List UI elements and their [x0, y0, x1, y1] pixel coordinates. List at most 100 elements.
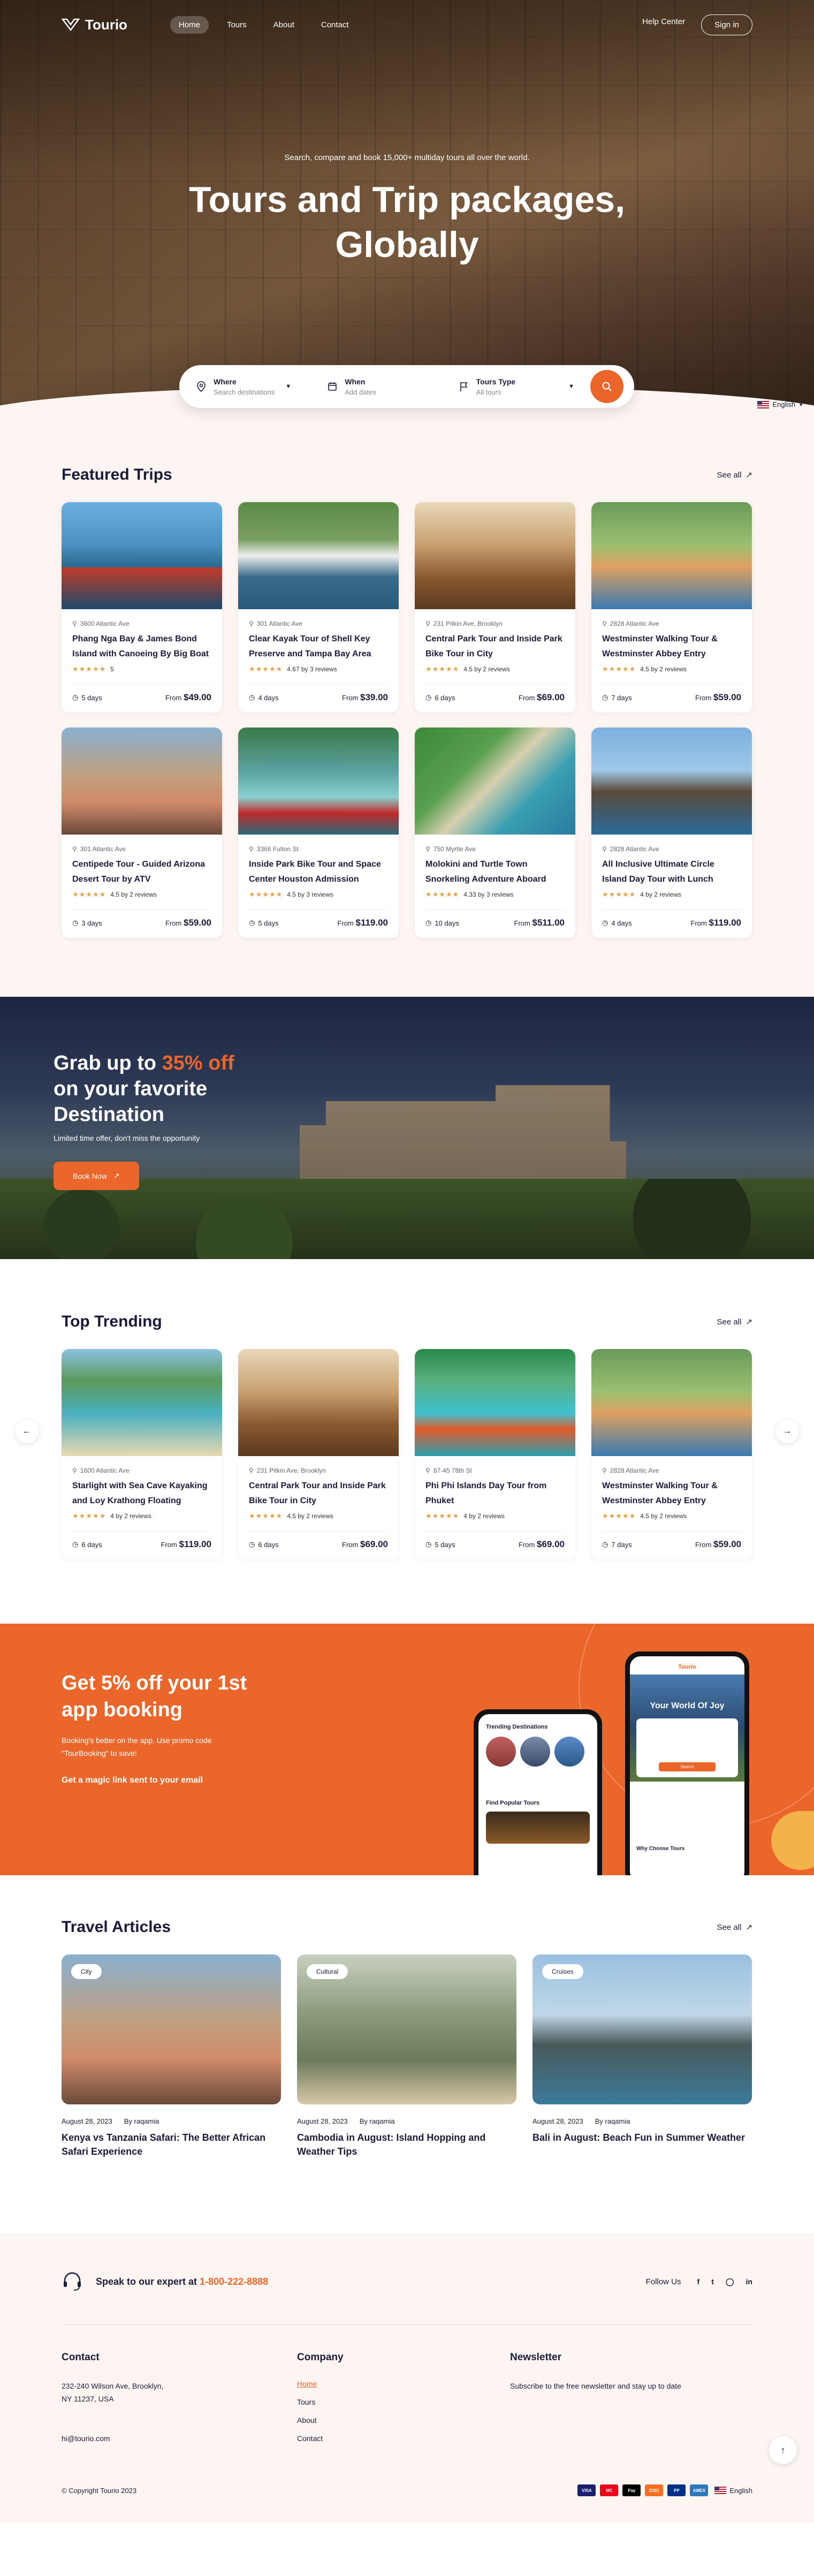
nav-contact[interactable]: Contact [313, 16, 357, 34]
tour-location-text: 231 Pitkin Ave, Brooklyn [433, 620, 503, 627]
tour-card-body: ⚲ 750 Myrtle Ave Molokini and Turtle Town… [415, 835, 575, 938]
tour-name[interactable]: Central Park Tour and Inside Park Bike T… [425, 632, 565, 662]
footer-language-selector[interactable]: English [714, 2484, 752, 2496]
tour-duration: ◷ 7 days [602, 1540, 632, 1549]
tour-image [238, 1349, 399, 1456]
trending-see-all-link[interactable]: See all ↗ [717, 1317, 752, 1327]
featured-header: Featured Trips See all ↗ [62, 466, 752, 484]
promo-title-pre: Grab up to [54, 1052, 162, 1074]
when-placeholder: Add dates [345, 388, 376, 396]
carousel-next-button[interactable]: → [775, 1420, 799, 1443]
nav-tours[interactable]: Tours [218, 16, 255, 34]
article-card[interactable]: Cultural August 28, 2023 By raqamia Cambo… [297, 1954, 516, 2158]
brand-logo[interactable]: Tourio [62, 17, 127, 33]
tour-name[interactable]: Molokini and Turtle Town Snorkeling Adve… [425, 857, 565, 887]
price-from: From [514, 919, 530, 927]
article-tag[interactable]: Cultural [307, 1964, 348, 1979]
tour-image [415, 1349, 575, 1456]
tour-name[interactable]: Westminster Walking Tour & Westminster A… [602, 1479, 741, 1509]
price-value: $59.00 [713, 692, 741, 702]
articles-see-all-link[interactable]: See all ↗ [717, 1922, 752, 1933]
tour-name[interactable]: Clear Kayak Tour of Shell Key Preserve a… [249, 632, 388, 662]
article-meta: August 28, 2023 By raqamia [297, 2117, 516, 2125]
arrow-up-right-icon: ↗ [745, 1923, 752, 1932]
facebook-icon[interactable]: f [697, 2277, 700, 2286]
tour-card[interactable]: ⚲ 301 Atlantic Ave Centipede Tour - Guide… [62, 728, 222, 938]
price-from: From [342, 694, 359, 702]
social-links: f t ◯ in [697, 2277, 752, 2286]
tour-duration-text: 7 days [611, 1540, 632, 1549]
tour-name[interactable]: Inside Park Bike Tour and Space Center H… [249, 857, 388, 887]
article-title[interactable]: Cambodia in August: Island Hopping and W… [297, 2131, 516, 2158]
tour-duration-text: 4 days [611, 919, 632, 927]
article-card[interactable]: Cruises August 28, 2023 By raqamia Bali i… [532, 1954, 752, 2158]
tour-location: ⚲ 87-45 78th St [425, 1467, 565, 1474]
tour-name[interactable]: Centipede Tour - Guided Arizona Desert T… [72, 857, 211, 887]
help-center-link[interactable]: Help Center [642, 17, 685, 26]
article-tag[interactable]: City [71, 1964, 102, 1979]
footer-link-home[interactable]: Home [297, 2380, 510, 2388]
nav-about[interactable]: About [265, 16, 303, 34]
tour-card[interactable]: ⚲ 301 Atlantic Ave Clear Kayak Tour of Sh… [238, 502, 399, 713]
tour-duration-text: 3 days [81, 919, 102, 927]
tour-card[interactable]: ⚲ 3366 Fulton St Inside Park Bike Tour an… [238, 728, 399, 938]
where-field[interactable]: Where Search destinations ▼ [196, 377, 328, 396]
footer-link-tours[interactable]: Tours [297, 2398, 510, 2406]
tour-card[interactable]: ⚲ 2828 Atlantic Ave All Inclusive Ultimat… [591, 728, 752, 938]
article-card[interactable]: City August 28, 2023 By raqamia Kenya vs … [62, 1954, 281, 2158]
footer-link-about[interactable]: About [297, 2416, 510, 2425]
carousel-prev-button[interactable]: ← [15, 1420, 39, 1443]
magic-link[interactable]: Get a magic link sent to your email [62, 1776, 286, 1785]
tour-name[interactable]: Phi Phi Islands Day Tour from Phuket [425, 1479, 565, 1509]
tour-name[interactable]: Westminster Walking Tour & Westminster A… [602, 632, 741, 662]
article-tag[interactable]: Cruises [542, 1964, 583, 1979]
tour-card[interactable]: ⚲ 231 Pitkin Ave, Brooklyn Central Park T… [238, 1349, 399, 1559]
tour-name[interactable]: All Inclusive Ultimate Circle Island Day… [602, 857, 741, 887]
twitter-icon[interactable]: t [711, 2277, 714, 2286]
tour-card[interactable]: ⚲ 1600 Atlantic Ave Starlight with Sea Ca… [62, 1349, 222, 1559]
tour-name[interactable]: Phang Nga Bay & James Bond Island with C… [72, 632, 211, 662]
price-value: $39.00 [360, 692, 388, 702]
promo-title-line3: Destination [54, 1103, 164, 1126]
footer-bottom: © Copyright Tourio 2023 VISA MC Pay DISC… [62, 2484, 752, 2496]
tour-card[interactable]: ⚲ 231 Pitkin Ave, Brooklyn Central Park T… [415, 502, 575, 713]
tour-rating-text: 4 by 2 reviews [110, 1512, 151, 1520]
contact-title: Contact [62, 2352, 100, 2363]
tour-location: ⚲ 301 Atlantic Ave [72, 845, 211, 853]
expert-phone-link[interactable]: 1-800-222-8888 [200, 2276, 268, 2287]
article-title[interactable]: Bali in August: Beach Fun in Summer Weat… [532, 2131, 752, 2145]
language-selector[interactable]: English ▼ [757, 400, 803, 408]
tour-rating-text: 4.5 by 2 reviews [287, 1512, 333, 1520]
tour-rating: ★★★★★ 4.5 by 2 reviews [249, 1512, 388, 1520]
promo-title-line2: on your favorite [54, 1078, 208, 1100]
nav-home[interactable]: Home [170, 16, 209, 34]
linkedin-icon[interactable]: in [746, 2277, 752, 2286]
sign-in-button[interactable]: Sign in [701, 14, 752, 35]
tour-card[interactable]: ⚲ 3600 Atlantic Ave Phang Nga Bay & James… [62, 502, 222, 713]
when-field[interactable]: When Add dates [328, 377, 459, 396]
featured-grid: ⚲ 3600 Atlantic Ave Phang Nga Bay & James… [62, 502, 752, 938]
tour-card[interactable]: ⚲ 2828 Atlantic Ave Westminster Walking T… [591, 1349, 752, 1559]
article-title[interactable]: Kenya vs Tanzania Safari: The Better Afr… [62, 2131, 281, 2158]
tour-name[interactable]: Starlight with Sea Cave Kayaking and Loy… [72, 1479, 211, 1509]
tour-card[interactable]: ⚲ 87-45 78th St Phi Phi Islands Day Tour … [415, 1349, 575, 1559]
clock-icon: ◷ [249, 693, 255, 701]
footer-company: Company Home Tours About Contact [297, 2352, 510, 2452]
tour-location-text: 3366 Fulton St [256, 845, 299, 853]
email-link[interactable]: hi@tourio.com [62, 2432, 297, 2445]
instagram-icon[interactable]: ◯ [726, 2277, 734, 2286]
book-now-button[interactable]: Book Now ↗ [54, 1162, 139, 1190]
price-value: $119.00 [355, 918, 388, 928]
tours-type-field[interactable]: Tours Type All tours ▼ [459, 377, 590, 396]
featured-see-all-link[interactable]: See all ↗ [717, 470, 752, 480]
scroll-to-top-button[interactable]: ↑ [769, 2436, 797, 2464]
location-pin-icon [197, 381, 206, 392]
tour-price: From $59.00 [695, 692, 741, 703]
tour-card[interactable]: ⚲ 2828 Atlantic Ave Westminster Walking T… [591, 502, 752, 713]
tour-duration: ◷ 3 days [72, 919, 102, 927]
tour-location-text: 87-45 78th St [433, 1467, 472, 1474]
footer-link-contact[interactable]: Contact [297, 2434, 510, 2443]
tour-name[interactable]: Central Park Tour and Inside Park Bike T… [249, 1479, 388, 1509]
search-button[interactable] [590, 370, 623, 403]
tour-card[interactable]: ⚲ 750 Myrtle Ave Molokini and Turtle Town… [415, 728, 575, 938]
